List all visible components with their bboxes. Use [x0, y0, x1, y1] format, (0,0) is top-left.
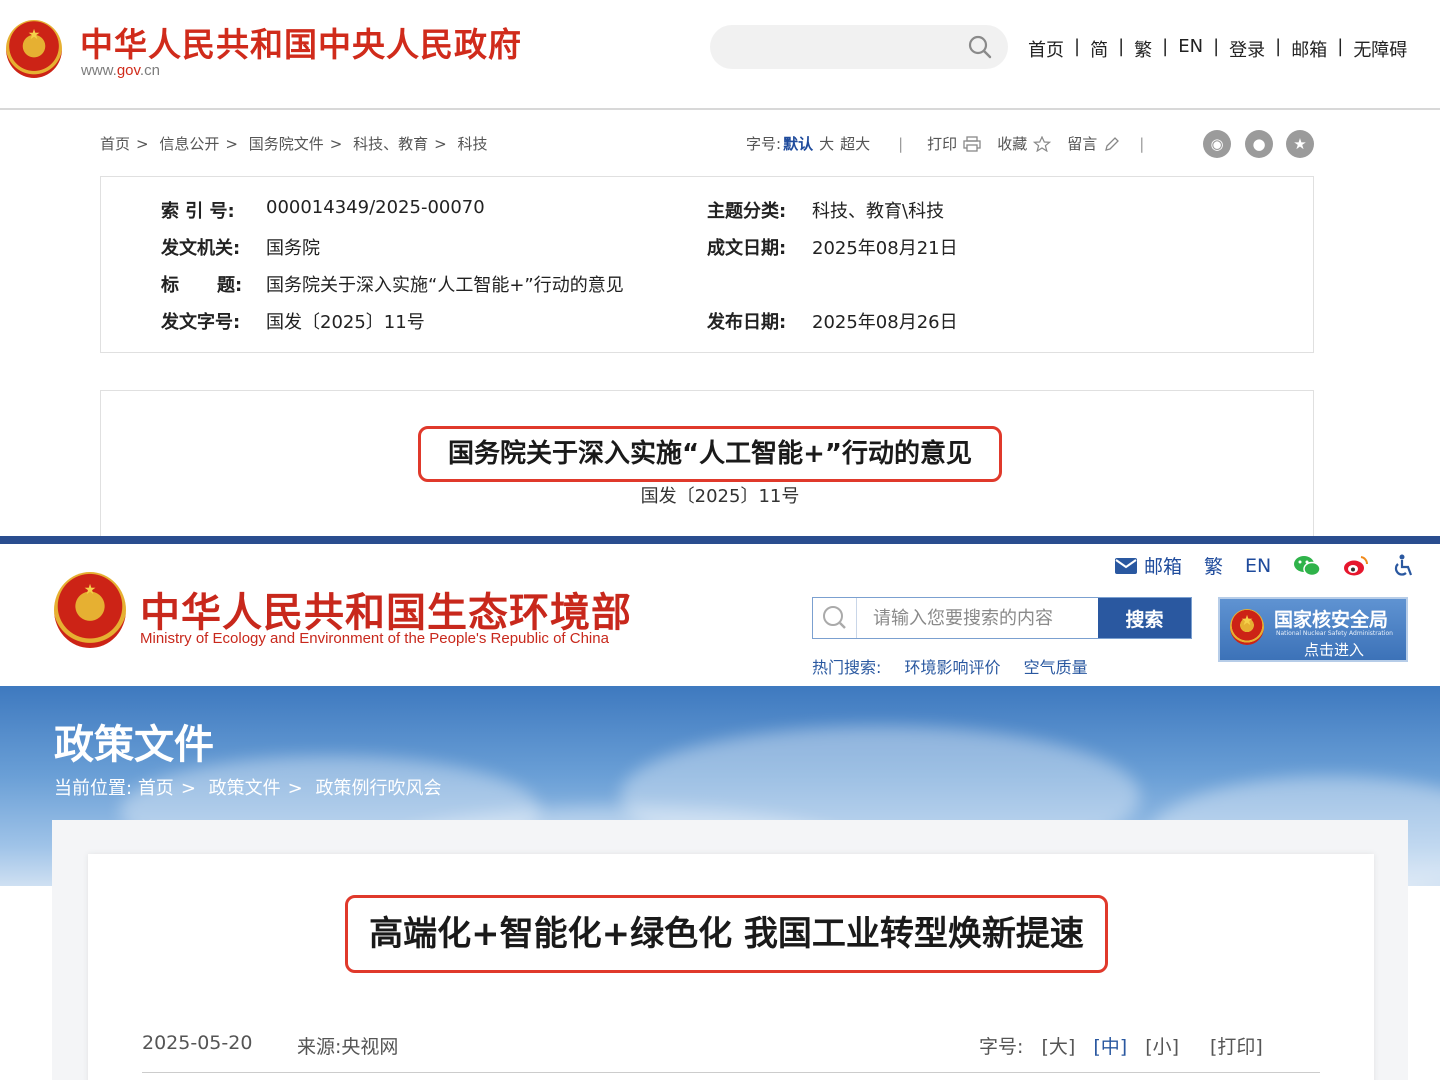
mee-article-title: 高端化+智能化+绿色化 我国工业转型焕新提速 [369, 914, 1084, 954]
nav-login[interactable]: 登录 [1229, 36, 1265, 62]
font-size-medium[interactable]: [中] [1093, 1036, 1127, 1058]
govcn-search-input[interactable] [710, 25, 1008, 69]
meta-topic-value: 科技、教育\科技 [812, 201, 945, 222]
hot-search-item[interactable]: 空气质量 [1024, 658, 1088, 677]
govcn-header: 中华人民共和国中央人民政府 www.gov.cn 首页| 简| 繁| EN| 登… [0, 0, 1440, 110]
font-size-small[interactable]: [小] [1145, 1036, 1179, 1058]
meta-topic-label: 主题分类: [707, 201, 787, 222]
govcn-article-title-highlight: 国务院关于深入实施“人工智能+”行动的意见 [418, 426, 1002, 482]
meta-title-value: 国务院关于深入实施“人工智能+”行动的意见 [266, 275, 624, 296]
breadcrumb-item[interactable]: 科技、教育 [353, 135, 428, 153]
search-icon[interactable] [813, 598, 857, 638]
mee-hot-search: 热门搜索: 环境影响评价 空气质量 [812, 654, 1106, 678]
meta-docno-value: 国发〔2025〕11号 [266, 312, 425, 333]
meta-title-label-tail: 题: [217, 275, 243, 296]
govcn-page-tools: 字号: 默认 大 超大 | 打印 收藏 留言 | [746, 133, 1145, 154]
national-emblem-icon [54, 572, 126, 648]
nav-accessibility[interactable]: 无障碍 [1353, 36, 1407, 62]
meta-index-value: 000014349/2025-00070 [266, 197, 485, 218]
govcn-top-nav: 首页 | 简 | 繁 | EN | 登录 | 邮箱 | 无障碍 [1028, 36, 1408, 62]
hot-search-label: 热门搜索: [812, 658, 882, 677]
font-size-label: 字号: [979, 1036, 1024, 1058]
meta-written-date-label: 成文日期: [707, 238, 787, 259]
weibo-share-icon[interactable]: ◉ [1203, 130, 1231, 158]
nav-simplified[interactable]: 简 [1090, 36, 1108, 62]
nnsa-english-name: National Nuclear Safety Administration [1276, 630, 1393, 637]
location-label: 当前位置: [54, 778, 133, 799]
font-size-controls: 字号: [大] [中] [小] [979, 1032, 1179, 1059]
article-source: 来源:央视网 [297, 1036, 399, 1058]
nnsa-title: 国家核安全局 [1274, 609, 1389, 631]
accessibility-icon[interactable] [1391, 554, 1415, 578]
meta-issuer-label: 发文机关: [161, 238, 241, 259]
nav-traditional[interactable]: 繁 [1134, 36, 1152, 62]
meta-docno-label: 发文字号: [161, 312, 241, 333]
font-size-label: 字号: [746, 135, 782, 153]
meta-title-label: 标 [161, 275, 179, 296]
nav-english[interactable]: EN [1178, 36, 1203, 62]
printer-icon[interactable] [963, 135, 981, 152]
message-link[interactable]: 留言 [1067, 133, 1097, 154]
article-date: 2025-05-20 [142, 1032, 253, 1054]
meta-issuer-value: 国务院 [266, 238, 320, 259]
meta-publish-date-value: 2025年08月26日 [812, 312, 958, 333]
mee-search-input[interactable] [857, 598, 1098, 638]
section-title: 政策文件 [54, 722, 214, 768]
mail-icon [1115, 557, 1137, 574]
font-size-default[interactable]: 默认 [783, 133, 813, 154]
mee-mailbox-link[interactable]: 邮箱 [1114, 552, 1182, 579]
nav-home[interactable]: 首页 [1028, 36, 1064, 62]
breadcrumb-item[interactable]: 首页 [138, 778, 174, 799]
breadcrumb-item[interactable]: 国务院文件 [249, 135, 324, 153]
mee-top-links: 邮箱 繁 EN [1114, 552, 1437, 579]
weibo-icon[interactable] [1343, 555, 1369, 577]
nnsa-banner-link[interactable]: 国家核安全局 National Nuclear Safety Administr… [1218, 597, 1408, 662]
font-size-large[interactable]: 大 [819, 133, 834, 154]
mee-page: 邮箱 繁 EN 中华人民共和国生态环境部 Ministry of Ecology… [0, 536, 1440, 1080]
govcn-breadcrumb: 首页 > 信息公开 > 国务院文件 > 科技、教育 > 科技 [100, 135, 488, 153]
govcn-site-title[interactable]: 中华人民共和国中央人民政府 [80, 18, 522, 66]
pencil-icon[interactable] [1103, 136, 1121, 152]
mee-search-bar: 搜索 [812, 597, 1192, 639]
govcn-article-docno: 国发〔2025〕11号 [640, 486, 800, 507]
star-icon[interactable] [1033, 135, 1052, 152]
breadcrumb-item[interactable]: 科技 [458, 135, 488, 153]
favorite-link[interactable]: 收藏 [997, 133, 1027, 154]
mee-site-subtitle: Ministry of Ecology and Environment of t… [140, 630, 609, 647]
mee-mailbox-label: 邮箱 [1144, 556, 1183, 578]
search-icon[interactable] [968, 35, 992, 59]
national-emblem-icon [1230, 609, 1264, 645]
mee-search-button[interactable]: 搜索 [1098, 598, 1191, 638]
divider [142, 1072, 1320, 1073]
favorite-share-icon[interactable]: ★ [1286, 130, 1314, 158]
hot-search-item[interactable]: 环境影响评价 [905, 658, 1001, 677]
breadcrumb-item[interactable]: 政策文件 [209, 778, 281, 799]
meta-index-row: 索 引 号: [161, 201, 235, 222]
nav-mailbox[interactable]: 邮箱 [1291, 36, 1327, 62]
print-link[interactable]: [打印] [1210, 1032, 1263, 1059]
meta-publish-date-label: 发布日期: [707, 312, 787, 333]
font-size-xlarge[interactable]: 超大 [840, 133, 870, 154]
mee-article-title-highlight: 高端化+智能化+绿色化 我国工业转型焕新提速 [345, 895, 1108, 973]
meta-written-date-value: 2025年08月21日 [812, 238, 958, 259]
govcn-page: 中华人民共和国中央人民政府 www.gov.cn 首页| 简| 繁| EN| 登… [0, 0, 1440, 536]
wechat-share-icon[interactable]: ● [1245, 130, 1273, 158]
mee-breadcrumb: 当前位置: 首页 > 政策文件 > 政策例行吹风会 [54, 778, 442, 799]
breadcrumb-item[interactable]: 信息公开 [159, 135, 219, 153]
national-emblem-icon [6, 20, 62, 78]
font-size-large[interactable]: [大] [1041, 1036, 1075, 1058]
govcn-site-url: www.gov.cn [81, 62, 160, 79]
mee-traditional-link[interactable]: 繁 [1204, 552, 1223, 579]
mee-english-link[interactable]: EN [1245, 555, 1271, 577]
breadcrumb-item[interactable]: 首页 [100, 135, 130, 153]
govcn-article-title: 国务院关于深入实施“人工智能+”行动的意见 [448, 439, 972, 469]
document-metadata-table: 索 引 号: 000014349/2025-00070 主题分类: 科技、教育\… [100, 176, 1314, 353]
nnsa-enter-label: 点击进入 [1304, 641, 1365, 659]
breadcrumb-item[interactable]: 政策例行吹风会 [315, 778, 441, 799]
wechat-icon[interactable] [1293, 555, 1321, 577]
print-link[interactable]: 打印 [927, 133, 957, 154]
